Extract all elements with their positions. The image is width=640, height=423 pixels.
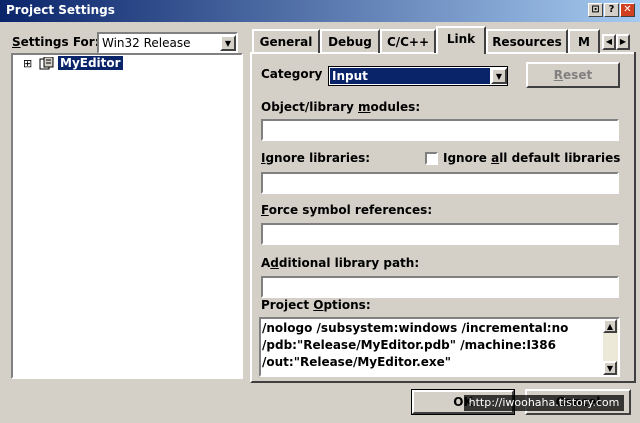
tab-link[interactable]: Link — [436, 26, 486, 54]
settings-for-value: Win32 Release — [102, 36, 191, 50]
additional-path-label: Additional library path: — [261, 256, 420, 270]
close-icon[interactable]: ✕ — [620, 3, 635, 17]
project-options-label: Project Options: — [261, 298, 371, 312]
watermark: http://iwoohaha.tistory.com — [464, 395, 624, 411]
additional-path-field[interactable] — [261, 276, 619, 298]
project-tree[interactable]: ⊞ MyEditor — [11, 53, 243, 379]
category-dropdown[interactable]: Input ▼ — [328, 66, 508, 86]
settings-for-label: Settings For: — [12, 35, 100, 49]
ignore-all-checkbox[interactable] — [425, 152, 438, 165]
tab-general[interactable]: General — [252, 29, 320, 53]
tree-expand-icon[interactable]: ⊞ — [23, 57, 32, 70]
ignore-all-label: Ignore all default libraries — [443, 151, 621, 165]
chevron-down-icon[interactable]: ▼ — [491, 68, 507, 84]
project-settings-dialog: Project Settings ⊡ ? ✕ Settings For: Win… — [0, 0, 640, 423]
window-title: Project Settings — [6, 3, 115, 17]
chevron-down-icon[interactable]: ▼ — [220, 35, 236, 51]
force-symbol-field[interactable] — [261, 223, 619, 245]
scroll-down-icon[interactable]: ▼ — [603, 361, 617, 375]
object-modules-field[interactable] — [261, 119, 619, 141]
project-icon — [39, 57, 54, 70]
scroll-up-icon[interactable]: ▲ — [603, 319, 617, 333]
tab-more[interactable]: M — [568, 29, 600, 53]
tab-c-cpp[interactable]: C/C++ — [380, 29, 436, 53]
settings-for-dropdown[interactable]: Win32 Release ▼ — [97, 32, 238, 54]
project-options-scrollbar[interactable]: ▲ ▼ — [603, 319, 618, 375]
restore-icon[interactable]: ⊡ — [588, 3, 603, 17]
project-options-text: /nologo /subsystem:windows /incremental:… — [262, 321, 569, 369]
ignore-libraries-label: Ignore libraries: — [261, 151, 371, 165]
force-symbol-label: Force symbol references: — [261, 203, 433, 217]
tab-scroll-right-icon[interactable]: ▶ — [616, 34, 630, 50]
category-label: Category — [261, 67, 323, 81]
ignore-libraries-field[interactable] — [261, 172, 619, 194]
tab-debug[interactable]: Debug — [320, 29, 380, 53]
tab-resources[interactable]: Resources — [486, 29, 568, 53]
tree-item-myeditor[interactable]: MyEditor — [58, 56, 123, 70]
title-bar[interactable]: Project Settings ⊡ ? ✕ — [0, 0, 640, 22]
help-icon[interactable]: ? — [604, 3, 619, 17]
category-value: Input — [330, 68, 490, 84]
tab-scroll-left-icon[interactable]: ◀ — [602, 34, 616, 50]
reset-button[interactable]: Reset — [526, 62, 620, 88]
object-modules-label: Object/library modules: — [261, 100, 421, 114]
